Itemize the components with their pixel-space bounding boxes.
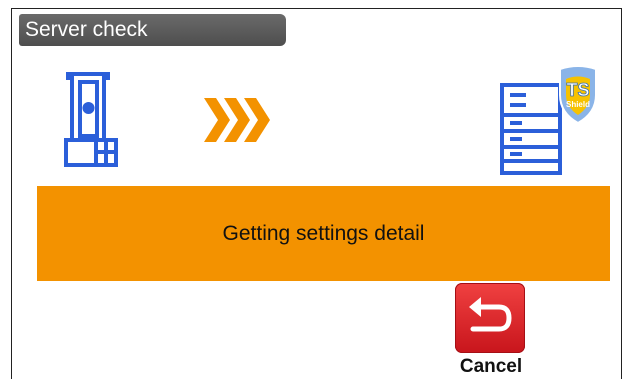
page-title: Server check bbox=[19, 14, 286, 46]
badge-text-shield: Shield bbox=[566, 100, 590, 109]
badge-text-ts: TS bbox=[566, 80, 589, 100]
ts-shield-icon: TS Shield bbox=[559, 65, 597, 125]
cancel-label: Cancel bbox=[459, 356, 523, 377]
chevron-arrows-icon bbox=[204, 98, 270, 142]
server-icon: TS Shield bbox=[500, 65, 597, 175]
status-banner: Getting settings detail bbox=[37, 186, 610, 281]
cancel-button[interactable]: Cancel bbox=[452, 283, 530, 378]
total-station-icon bbox=[64, 72, 118, 167]
status-message: Getting settings detail bbox=[222, 221, 425, 245]
return-arrow-icon bbox=[455, 283, 525, 353]
